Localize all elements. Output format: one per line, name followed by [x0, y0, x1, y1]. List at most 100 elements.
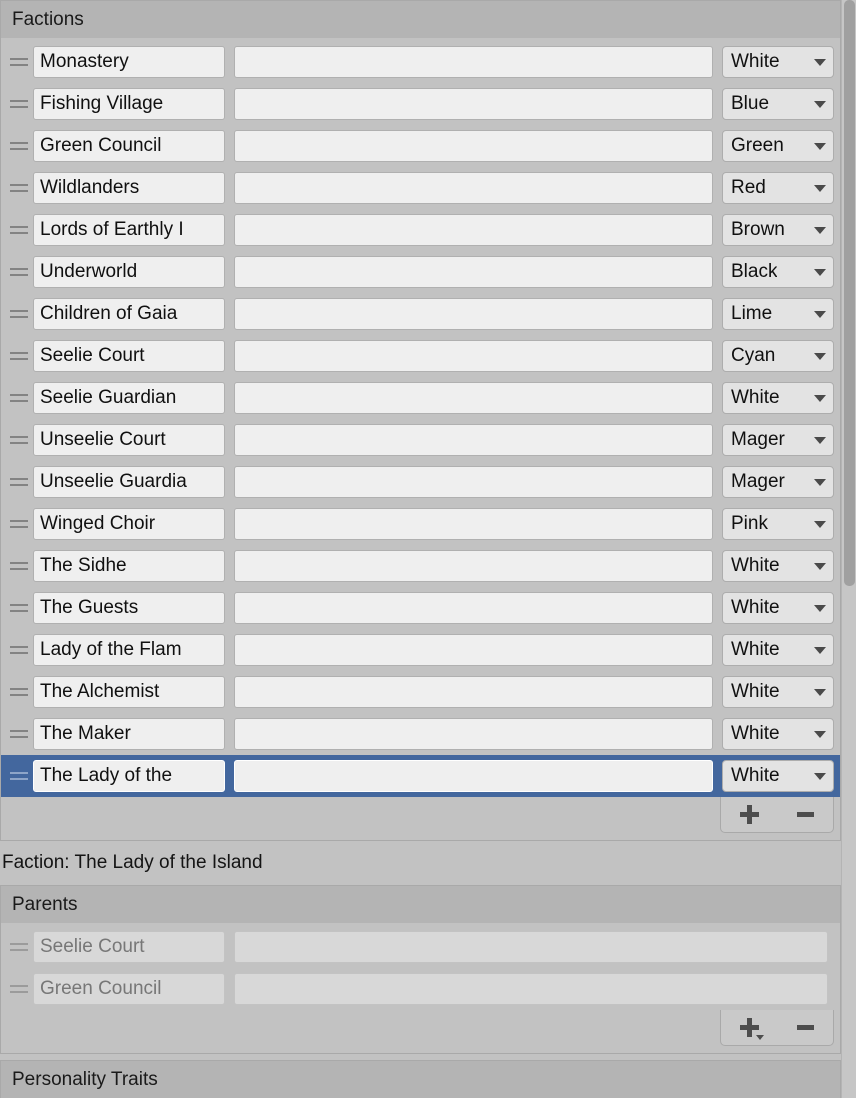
faction-description-input[interactable] [234, 382, 713, 414]
faction-color-dropdown[interactable]: White [722, 592, 834, 624]
drag-handle-icon[interactable] [5, 461, 33, 503]
table-row[interactable]: Unseelie Court Mager [1, 419, 840, 461]
faction-color-dropdown[interactable]: White [722, 550, 834, 582]
faction-color-dropdown[interactable]: Black [722, 256, 834, 288]
faction-description-input[interactable] [234, 592, 713, 624]
faction-description-input[interactable] [234, 46, 713, 78]
table-row[interactable]: The Sidhe White [1, 545, 840, 587]
faction-name-input[interactable]: Seelie Court [33, 340, 225, 372]
faction-description-input[interactable] [234, 718, 713, 750]
faction-color-dropdown[interactable]: Blue [722, 88, 834, 120]
table-row[interactable]: Children of Gaia Lime [1, 293, 840, 335]
faction-description-input[interactable] [234, 424, 713, 456]
faction-description-input[interactable] [234, 676, 713, 708]
drag-handle-icon[interactable] [5, 41, 33, 83]
faction-name-input[interactable]: Underworld [33, 256, 225, 288]
table-row[interactable]: Green Council Green [1, 125, 840, 167]
drag-handle-icon[interactable] [5, 83, 33, 125]
drag-handle-icon[interactable] [5, 545, 33, 587]
table-row[interactable]: Winged Choir Pink [1, 503, 840, 545]
drag-handle-icon[interactable] [5, 587, 33, 629]
parent-name-input[interactable]: Seelie Court [33, 931, 225, 963]
faction-name-input[interactable]: Lady of the Flam [33, 634, 225, 666]
faction-color-dropdown[interactable]: White [722, 634, 834, 666]
drag-handle-icon[interactable] [5, 671, 33, 713]
drag-handle-icon[interactable] [5, 713, 33, 755]
drag-handle-icon[interactable] [5, 755, 33, 797]
faction-description-input[interactable] [234, 760, 713, 792]
faction-name-input[interactable]: The Maker [33, 718, 225, 750]
faction-color-dropdown[interactable]: White [722, 718, 834, 750]
table-row[interactable]: The Lady of the White [1, 755, 840, 797]
faction-name-input[interactable]: Wildlanders [33, 172, 225, 204]
drag-handle-icon[interactable] [5, 968, 33, 1010]
faction-color-dropdown[interactable]: White [722, 46, 834, 78]
parent-description-input[interactable] [234, 931, 828, 963]
faction-name-input[interactable]: The Lady of the [33, 760, 225, 792]
faction-name-input[interactable]: Green Council [33, 130, 225, 162]
faction-color-dropdown[interactable]: Pink [722, 508, 834, 540]
faction-description-input[interactable] [234, 466, 713, 498]
faction-description-input[interactable] [234, 634, 713, 666]
faction-name-input[interactable]: Fishing Village [33, 88, 225, 120]
table-row[interactable]: The Guests White [1, 587, 840, 629]
drag-handle-icon[interactable] [5, 293, 33, 335]
faction-color-dropdown[interactable]: White [722, 760, 834, 792]
table-row[interactable]: The Alchemist White [1, 671, 840, 713]
faction-name-input[interactable]: Monastery [33, 46, 225, 78]
drag-handle-icon[interactable] [5, 251, 33, 293]
list-item[interactable]: Seelie Court [1, 926, 840, 968]
faction-description-input[interactable] [234, 172, 713, 204]
faction-name-input[interactable]: Winged Choir [33, 508, 225, 540]
faction-color-dropdown[interactable]: Mager [722, 466, 834, 498]
faction-description-input[interactable] [234, 130, 713, 162]
faction-description-input[interactable] [234, 88, 713, 120]
drag-handle-icon[interactable] [5, 503, 33, 545]
faction-description-input[interactable] [234, 256, 713, 288]
parents-remove-button[interactable] [783, 1011, 827, 1045]
drag-handle-icon[interactable] [5, 419, 33, 461]
factions-add-button[interactable] [727, 798, 771, 832]
faction-description-input[interactable] [234, 214, 713, 246]
faction-name-input[interactable]: The Guests [33, 592, 225, 624]
drag-handle-icon[interactable] [5, 167, 33, 209]
drag-handle-icon[interactable] [5, 335, 33, 377]
factions-remove-button[interactable] [783, 798, 827, 832]
vertical-scrollbar[interactable] [841, 0, 856, 1098]
faction-name-input[interactable]: Children of Gaia [33, 298, 225, 330]
drag-handle-icon[interactable] [5, 629, 33, 671]
faction-description-input[interactable] [234, 550, 713, 582]
faction-color-dropdown[interactable]: Red [722, 172, 834, 204]
faction-color-dropdown[interactable]: Green [722, 130, 834, 162]
faction-name-input[interactable]: Unseelie Court [33, 424, 225, 456]
faction-color-dropdown[interactable]: White [722, 676, 834, 708]
table-row[interactable]: Underworld Black [1, 251, 840, 293]
faction-color-dropdown[interactable]: Lime [722, 298, 834, 330]
drag-handle-icon[interactable] [5, 926, 33, 968]
parents-add-dropdown-button[interactable] [727, 1011, 771, 1045]
table-row[interactable]: Monastery White [1, 41, 840, 83]
table-row[interactable]: Fishing Village Blue [1, 83, 840, 125]
faction-description-input[interactable] [234, 298, 713, 330]
parent-description-input[interactable] [234, 973, 828, 1005]
table-row[interactable]: Unseelie Guardia Mager [1, 461, 840, 503]
faction-name-input[interactable]: The Sidhe [33, 550, 225, 582]
faction-color-dropdown[interactable]: Brown [722, 214, 834, 246]
faction-name-input[interactable]: Seelie Guardian [33, 382, 225, 414]
drag-handle-icon[interactable] [5, 209, 33, 251]
faction-name-input[interactable]: Unseelie Guardia [33, 466, 225, 498]
faction-color-dropdown[interactable]: Cyan [722, 340, 834, 372]
table-row[interactable]: Lords of Earthly I Brown [1, 209, 840, 251]
faction-name-input[interactable]: Lords of Earthly I [33, 214, 225, 246]
faction-description-input[interactable] [234, 340, 713, 372]
table-row[interactable]: Seelie Court Cyan [1, 335, 840, 377]
faction-color-dropdown[interactable]: Mager [722, 424, 834, 456]
faction-description-input[interactable] [234, 508, 713, 540]
list-item[interactable]: Green Council [1, 968, 840, 1010]
faction-color-dropdown[interactable]: White [722, 382, 834, 414]
drag-handle-icon[interactable] [5, 125, 33, 167]
table-row[interactable]: Lady of the Flam White [1, 629, 840, 671]
faction-name-input[interactable]: The Alchemist [33, 676, 225, 708]
table-row[interactable]: Wildlanders Red [1, 167, 840, 209]
vertical-scrollbar-thumb[interactable] [844, 0, 855, 586]
